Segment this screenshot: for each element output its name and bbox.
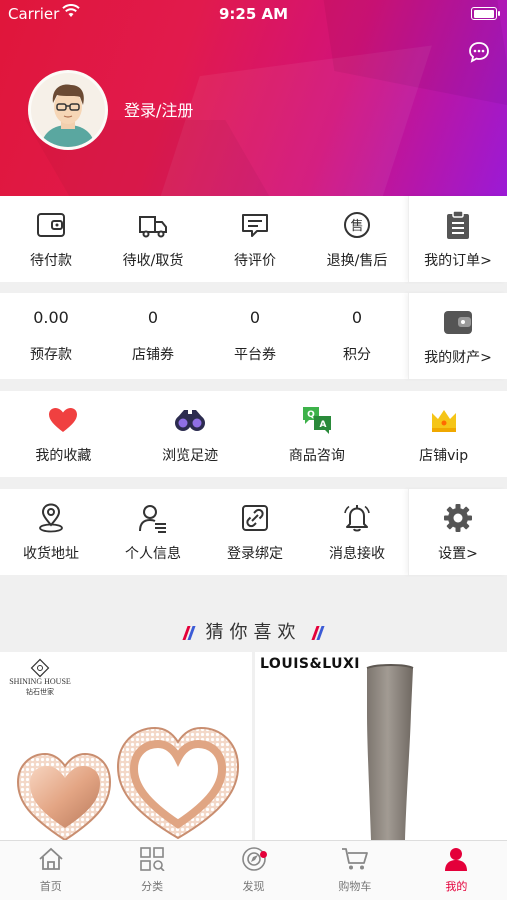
tab-label: 我的: [445, 880, 468, 893]
tab-cart[interactable]: 购物车: [304, 841, 405, 900]
gear-icon: [443, 501, 473, 535]
status-bar: Carrier 9:25 AM: [0, 0, 507, 28]
home-icon: [38, 847, 64, 875]
battery-icon: [471, 7, 500, 20]
asset-points[interactable]: 0 积分: [306, 293, 408, 379]
asset-store-coupon[interactable]: 0 店铺券: [102, 293, 204, 379]
order-pending-receipt[interactable]: 待收/取货: [102, 196, 204, 282]
svg-text:Q: Q: [307, 410, 315, 420]
recommend-title: 猜你喜欢: [0, 618, 507, 644]
binoculars-icon: [174, 403, 206, 437]
order-label: 待评价: [234, 253, 276, 269]
login-binding[interactable]: 登录绑定: [204, 489, 306, 575]
asset-label: 积分: [343, 347, 371, 363]
tab-label: 首页: [39, 880, 62, 893]
feature-label: 店铺vip: [419, 448, 469, 464]
tab-home[interactable]: 首页: [0, 841, 101, 900]
feature-label: 浏览足迹: [162, 448, 219, 464]
store-vip[interactable]: 店铺vip: [380, 391, 507, 477]
browse-history[interactable]: 浏览足迹: [127, 391, 254, 477]
feature-label: 我的收藏: [35, 448, 92, 464]
my-orders-label: 我的订单>: [424, 253, 492, 269]
shipping-address[interactable]: 收货地址: [0, 489, 102, 575]
product-brand: SHINING HOUSE: [9, 677, 71, 686]
comment-icon: [240, 208, 270, 242]
after-sale-icon: 售: [342, 208, 372, 242]
my-assets-label: 我的财产>: [424, 350, 492, 366]
product-card[interactable]: LOUIS&LUXI: [255, 652, 507, 840]
product-brand-sub: 钻石世家: [26, 687, 54, 696]
tab-profile[interactable]: 我的: [406, 841, 507, 900]
notification-badge: [259, 851, 267, 858]
svg-text:售: 售: [350, 218, 363, 234]
settings-label: 设置>: [438, 546, 478, 562]
settings-link[interactable]: 设置>: [408, 489, 507, 575]
asset-value: 0: [147, 308, 159, 327]
order-label: 退换/售后: [326, 253, 388, 269]
recommend-title-text: 猜你喜欢: [205, 622, 302, 643]
asset-value: 0: [351, 308, 363, 327]
jewelry-image: SHINING HOUSE 钻石世家: [9, 658, 240, 840]
asset-value: 0.00: [33, 308, 69, 327]
clipboard-icon: [445, 208, 471, 242]
asset-label: 平台券: [234, 347, 276, 363]
order-label: 待付款: [30, 253, 72, 269]
tab-bar: 首页 分类 发现 购物车 我的: [0, 840, 507, 900]
setting-label: 收货地址: [23, 546, 79, 562]
svg-text:A: A: [319, 420, 326, 430]
truck-icon: [137, 208, 169, 242]
tab-label: 购物车: [338, 880, 372, 893]
cart-icon: [341, 847, 369, 875]
message-settings[interactable]: 消息接收: [306, 489, 408, 575]
message-icon[interactable]: [467, 40, 491, 64]
link-icon: [241, 501, 269, 535]
features-row: 我的收藏 浏览足迹 QA 商品咨询 店铺vip: [0, 391, 507, 477]
purse-icon: [443, 305, 473, 339]
crown-icon: [429, 403, 459, 437]
clock: 9:25 AM: [218, 5, 289, 23]
tab-label: 分类: [141, 880, 164, 893]
asset-label: 店铺券: [132, 347, 174, 363]
profile-header: Carrier 9:25 AM 登录/注册: [0, 0, 507, 196]
bell-icon: [342, 501, 372, 535]
asset-prepaid[interactable]: 0.00 预存款: [0, 293, 102, 379]
asset-label: 预存款: [30, 347, 72, 363]
person-icon: [138, 501, 168, 535]
settings-row: 收货地址 个人信息 登录绑定 消息接收 设置>: [0, 489, 507, 575]
location-icon: [37, 501, 65, 535]
profile-icon: [443, 847, 469, 875]
order-after-sale[interactable]: 售 退换/售后: [306, 196, 408, 282]
product-brand: LOUIS&LUXI: [260, 656, 360, 672]
setting-label: 个人信息: [125, 546, 181, 562]
avatar[interactable]: [28, 70, 108, 150]
tab-category[interactable]: 分类: [101, 841, 202, 900]
boot-image: [366, 664, 414, 840]
tab-label: 发现: [242, 880, 265, 893]
order-pending-payment[interactable]: 待付款: [0, 196, 102, 282]
product-card[interactable]: SHINING HOUSE 钻石世家: [0, 652, 252, 840]
heart-icon: [48, 403, 78, 437]
tab-discover[interactable]: 发现: [203, 841, 304, 900]
wallet-icon: [36, 208, 66, 242]
order-label: 待收/取货: [122, 253, 184, 269]
setting-label: 登录绑定: [227, 546, 283, 562]
order-pending-review[interactable]: 待评价: [204, 196, 306, 282]
category-icon: [139, 847, 165, 875]
asset-value: 0: [249, 308, 261, 327]
qa-icon: QA: [301, 403, 333, 437]
assets-row: 0.00 预存款 0 店铺券 0 平台券 0 积分 我的财产>: [0, 293, 507, 379]
setting-label: 消息接收: [329, 546, 385, 562]
my-assets-link[interactable]: 我的财产>: [408, 293, 507, 379]
feature-label: 商品咨询: [288, 448, 345, 464]
product-inquiry[interactable]: QA 商品咨询: [254, 391, 381, 477]
personal-info[interactable]: 个人信息: [102, 489, 204, 575]
login-register-link[interactable]: 登录/注册: [124, 97, 193, 121]
orders-row: 待付款 待收/取货 待评价 售 退换/售后 我的订单>: [0, 196, 507, 282]
my-favorites[interactable]: 我的收藏: [0, 391, 127, 477]
asset-platform-coupon[interactable]: 0 平台券: [204, 293, 306, 379]
my-orders-link[interactable]: 我的订单>: [408, 196, 507, 282]
